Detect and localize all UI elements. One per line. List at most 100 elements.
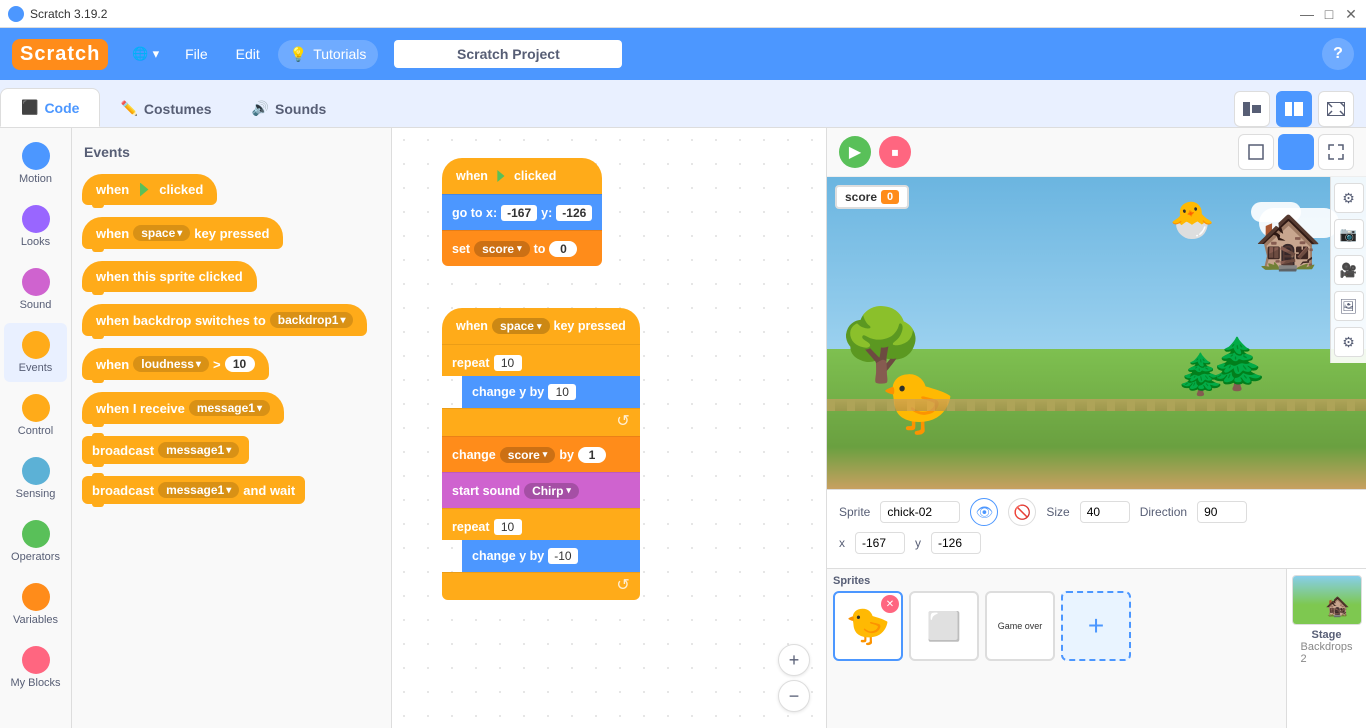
- block-when-backdrop[interactable]: when backdrop switches to backdrop1: [80, 300, 383, 340]
- sprite-show-btn[interactable]: 👁: [970, 498, 998, 526]
- main-layout: Motion Looks Sound Events Control Sensin…: [0, 128, 1366, 728]
- change-score-dropdown[interactable]: score: [500, 447, 556, 463]
- start-sound-block[interactable]: start sound Chirp: [442, 472, 640, 508]
- block-when-key-pressed[interactable]: when space key pressed: [80, 213, 383, 253]
- block-when-key-shape[interactable]: when space key pressed: [82, 217, 283, 249]
- sprite-delete-btn-1[interactable]: ✕: [881, 595, 899, 613]
- sidebar-item-motion[interactable]: Motion: [4, 134, 67, 193]
- sidebar-item-sound[interactable]: Sound: [4, 260, 67, 319]
- change-y-neg10-val[interactable]: -10: [548, 548, 577, 564]
- sprite-name-input[interactable]: [880, 501, 960, 523]
- loudness-dropdown[interactable]: loudness: [133, 356, 209, 372]
- script-area[interactable]: when clicked go to x: -167 y: -126 set s…: [392, 128, 826, 728]
- when-space-pressed-block[interactable]: when space key pressed: [442, 308, 640, 344]
- block-when-sprite-shape[interactable]: when this sprite clicked: [82, 261, 257, 292]
- stop-btn[interactable]: ⏹: [879, 136, 911, 168]
- sidebar-item-sensing[interactable]: Sensing: [4, 449, 67, 508]
- stage-tool-settings[interactable]: ⚙: [1334, 183, 1364, 213]
- block-broadcast[interactable]: broadcast message1: [80, 432, 383, 468]
- key-dropdown[interactable]: space: [133, 225, 190, 241]
- broadcast-wait-dropdown[interactable]: message1: [158, 482, 239, 498]
- go-to-xy-block[interactable]: go to x: -167 y: -126: [442, 194, 602, 230]
- zoom-out-btn[interactable]: −: [778, 680, 810, 712]
- sidebar-item-events[interactable]: Events: [4, 323, 67, 382]
- set-score-block[interactable]: set score to 0: [442, 230, 602, 266]
- chirp-sound-dropdown[interactable]: Chirp: [524, 483, 579, 499]
- block-when-flag-clicked-shape[interactable]: when clicked: [82, 174, 217, 205]
- when-flag-clicked-block[interactable]: when clicked: [442, 158, 602, 194]
- zoom-in-btn[interactable]: +: [778, 644, 810, 676]
- green-flag-btn[interactable]: ▶: [839, 136, 871, 168]
- score-var-dropdown[interactable]: score: [474, 241, 530, 257]
- stage-canvas[interactable]: 🌳 🏚️ 🌲 🌲 🐤 🐣 score 0 ⚙: [827, 177, 1366, 489]
- sidebar-item-control[interactable]: Control: [4, 386, 67, 445]
- language-selector[interactable]: 🌐 ▾: [124, 42, 167, 66]
- block-broadcast-shape[interactable]: broadcast message1: [82, 436, 249, 464]
- sprite-hide-btn[interactable]: 🚫: [1008, 498, 1036, 526]
- sprite-thumb-gameover[interactable]: Game over: [985, 591, 1055, 661]
- file-menu[interactable]: File: [175, 40, 218, 68]
- project-name-input[interactable]: [394, 40, 622, 68]
- stage-fullscreen-btn[interactable]: [1318, 91, 1354, 127]
- block-broadcast-wait[interactable]: broadcast message1 and wait: [80, 472, 383, 508]
- backdrop-dropdown[interactable]: backdrop1: [270, 312, 354, 328]
- add-sprite-btn[interactable]: +: [1061, 591, 1131, 661]
- block-when-flag-clicked[interactable]: when clicked: [80, 170, 383, 209]
- block-when-receive-shape[interactable]: when I receive message1: [82, 392, 284, 424]
- change-y-neg10-block[interactable]: change y by -10: [462, 540, 640, 572]
- change-score-by-val[interactable]: 1: [578, 447, 606, 463]
- sidebar-item-operators[interactable]: Operators: [4, 512, 67, 571]
- tab-costumes[interactable]: ✏️ Costumes: [100, 90, 231, 127]
- repeat-10-top[interactable]: repeat 10: [442, 344, 640, 376]
- direction-input[interactable]: [1197, 501, 1247, 523]
- tab-code[interactable]: ⬛ Code: [0, 88, 100, 127]
- tab-sounds[interactable]: 🔊 Sounds: [232, 90, 347, 127]
- x-input[interactable]: -167: [501, 205, 537, 221]
- block-broadcast-wait-shape[interactable]: broadcast message1 and wait: [82, 476, 305, 504]
- y-input[interactable]: -126: [556, 205, 592, 221]
- repeat-10-top-2[interactable]: repeat 10: [442, 508, 640, 540]
- sprite-info-row-1: Sprite 👁 🚫 Size Direction: [839, 498, 1354, 526]
- sprite-thumb-chick[interactable]: 🐤 ✕: [833, 591, 903, 661]
- maximize-btn[interactable]: □: [1322, 7, 1336, 21]
- sidebar-item-myblocks[interactable]: My Blocks: [4, 638, 67, 697]
- change-y-10-val[interactable]: 10: [548, 384, 576, 400]
- sidebar-item-variables[interactable]: Variables: [4, 575, 67, 634]
- stage-thumb-img[interactable]: 🏚️: [1292, 575, 1362, 625]
- stage-tool-camera[interactable]: 📷: [1334, 219, 1364, 249]
- block-when-loudness[interactable]: when loudness > 10: [80, 344, 383, 384]
- score-to-input[interactable]: 0: [549, 241, 577, 257]
- stage-background: 🌳 🏚️ 🌲 🌲 🐤 🐣 score 0: [827, 177, 1366, 489]
- change-score-block[interactable]: change score by 1: [442, 436, 640, 472]
- stage-small-btn[interactable]: [1234, 91, 1270, 127]
- minimize-btn[interactable]: —: [1300, 7, 1314, 21]
- stage-tool-image[interactable]: 🖼: [1334, 291, 1364, 321]
- receive-dropdown[interactable]: message1: [189, 400, 270, 416]
- repeat-10-val[interactable]: 10: [494, 355, 522, 371]
- stage-tool-gear2[interactable]: ⚙: [1334, 327, 1364, 357]
- edit-menu[interactable]: Edit: [226, 40, 270, 68]
- size-input[interactable]: [1080, 501, 1130, 523]
- x-coord-input[interactable]: [855, 532, 905, 554]
- y-coord-input[interactable]: [931, 532, 981, 554]
- block-when-receive[interactable]: when I receive message1: [80, 388, 383, 428]
- stage-full-view-btn[interactable]: [1318, 134, 1354, 170]
- broadcast-dropdown[interactable]: message1: [158, 442, 239, 458]
- block-when-backdrop-shape[interactable]: when backdrop switches to backdrop1: [82, 304, 367, 336]
- sidebar-item-looks[interactable]: Looks: [4, 197, 67, 256]
- help-button[interactable]: ?: [1322, 38, 1354, 70]
- stage-half-view-btn[interactable]: [1278, 134, 1314, 170]
- loudness-value[interactable]: 10: [225, 356, 255, 372]
- close-btn[interactable]: ✕: [1344, 7, 1358, 21]
- block-when-sprite-clicked[interactable]: when this sprite clicked: [80, 257, 383, 296]
- block-when-loudness-shape[interactable]: when loudness > 10: [82, 348, 269, 380]
- space-key-dropdown[interactable]: space: [492, 318, 550, 334]
- tutorials-button[interactable]: 💡 Tutorials: [278, 40, 379, 69]
- stage-normal-view-btn[interactable]: [1238, 134, 1274, 170]
- change-y-10-block[interactable]: change y by 10: [462, 376, 640, 408]
- stage-tool-video[interactable]: 🎥: [1334, 255, 1364, 285]
- sprite-thumb-blank[interactable]: ⬜: [909, 591, 979, 661]
- repeat-10-val-2[interactable]: 10: [494, 519, 522, 535]
- stage-mini-barn: 🏚️: [1325, 594, 1350, 619]
- stage-medium-btn[interactable]: [1276, 91, 1312, 127]
